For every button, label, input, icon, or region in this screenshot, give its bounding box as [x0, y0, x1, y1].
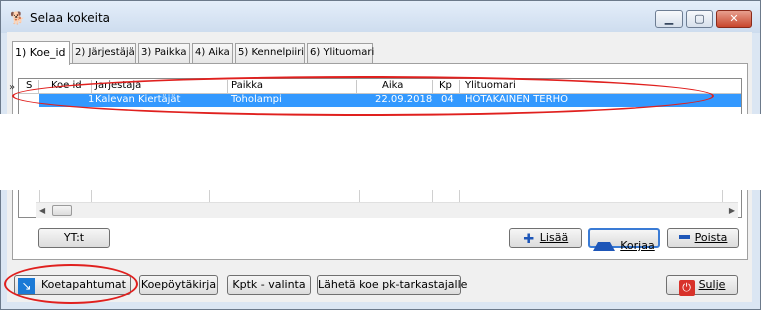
laheta-label: Lähetä koe pk-tarkastajalle	[318, 278, 468, 291]
lisaa-label: Lisää	[539, 231, 569, 244]
sulje-button[interactable]: ⏻ Sulje	[666, 275, 738, 296]
horizontal-scrollbar[interactable]: ◀ ▶	[36, 202, 738, 218]
minimize-icon: ▁	[664, 12, 674, 25]
minus-icon	[678, 235, 690, 239]
row-marker: »	[9, 82, 16, 93]
highlight-ellipse-row	[12, 76, 714, 116]
lisaa-button[interactable]: ✚ Lisää	[509, 228, 582, 248]
laheta-button[interactable]: Lähetä koe pk-tarkastajalle	[317, 275, 467, 295]
triangle-up-icon	[593, 230, 616, 251]
power-icon: ⏻	[678, 280, 695, 296]
korjaa-label: Korjaa	[620, 239, 655, 252]
poista-label: Poista	[694, 231, 728, 244]
cropped-area	[0, 114, 761, 190]
yt-button[interactable]: YT:t	[38, 228, 110, 248]
koepoytakirja-label: Koepöytäkirja	[140, 278, 217, 291]
tab-koe-id[interactable]: 1) Koe_id	[12, 41, 70, 65]
scroll-left-icon[interactable]: ◀	[39, 206, 45, 215]
korjaa-button[interactable]: Korjaa	[588, 228, 660, 252]
tab-jarjestaja[interactable]: 2) Järjestäjä	[72, 43, 136, 63]
kptk-valinta-button[interactable]: Kptk - valinta	[227, 275, 311, 295]
scroll-right-icon[interactable]: ▶	[729, 206, 735, 215]
poista-button[interactable]: Poista	[667, 228, 739, 248]
plus-icon: ✚	[523, 232, 535, 247]
minimize-button[interactable]: ▁	[655, 10, 683, 28]
scroll-thumb[interactable]	[52, 205, 72, 216]
tab-kennelpiiri[interactable]: 5) Kennelpiiri	[235, 43, 305, 63]
title-bar[interactable]: 🐕 Selaa kokeita ▁ ▢ ✕	[1, 1, 760, 33]
koepoytakirja-button[interactable]: Koepöytäkirja	[139, 275, 218, 295]
close-icon: ✕	[729, 12, 739, 25]
maximize-icon: ▢	[694, 12, 705, 25]
sulje-label: Sulje	[698, 278, 726, 291]
close-button[interactable]: ✕	[716, 10, 752, 28]
yt-label: YT:t	[63, 231, 85, 244]
tab-ylituomari[interactable]: 6) Ylituomari	[307, 43, 374, 63]
window-title: Selaa kokeita	[30, 11, 111, 25]
tab-paikka[interactable]: 3) Paikka	[138, 43, 190, 63]
highlight-ellipse-button	[4, 264, 138, 304]
maximize-button[interactable]: ▢	[686, 10, 713, 28]
kptk-valinta-label: Kptk - valinta	[232, 278, 306, 291]
tab-aika[interactable]: 4) Aika	[192, 43, 233, 63]
app-icon: 🐕	[10, 11, 25, 25]
